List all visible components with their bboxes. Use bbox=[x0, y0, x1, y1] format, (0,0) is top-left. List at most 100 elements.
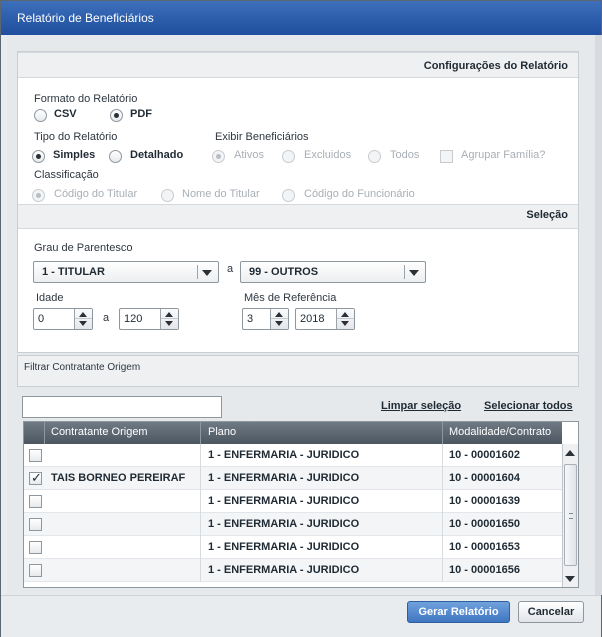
arrow-up-icon bbox=[341, 312, 349, 317]
row-contrato: 10 - 00001653 bbox=[449, 541, 520, 553]
scroll-up-icon[interactable] bbox=[565, 450, 575, 456]
formato-label: Formato do Relatório bbox=[34, 93, 138, 105]
class-codigo-titular-label: Código do Titular bbox=[54, 188, 138, 200]
tipo-simples-radio[interactable] bbox=[32, 150, 45, 163]
row-contrato: 10 - 00001656 bbox=[449, 564, 520, 576]
row-checkbox[interactable] bbox=[29, 541, 42, 554]
class-codigo-funcionario-label: Código do Funcionário bbox=[304, 188, 415, 200]
row-plano: 1 - ENFERMARIA - JURIDICO bbox=[208, 564, 360, 576]
contratante-grid: Contratante Origem Plano Modalidade/Cont… bbox=[23, 421, 579, 588]
exibir-todos-label: Todos bbox=[390, 149, 420, 161]
dialog-body: Configurações do Relatório Formato do Re… bbox=[7, 35, 595, 595]
exibir-excluidos-radio[interactable] bbox=[282, 150, 295, 163]
report-dialog: Relatório de Beneficiários Configurações… bbox=[0, 0, 602, 637]
contratante-search-input[interactable] bbox=[22, 396, 222, 418]
chevron-down-icon bbox=[409, 270, 419, 276]
grau-from-select[interactable]: 1 - TITULAR bbox=[33, 261, 219, 283]
selecionar-todos-link[interactable]: Selecionar todos bbox=[484, 400, 573, 412]
idade-range-sep: a bbox=[103, 312, 110, 324]
mes-stepper[interactable]: 3 bbox=[242, 308, 289, 330]
cancelar-button[interactable]: Cancelar bbox=[518, 601, 584, 623]
column-header-contratante[interactable]: Contratante Origem bbox=[51, 426, 148, 438]
classificacao-label: Classificação bbox=[34, 169, 99, 181]
idade-from-value: 0 bbox=[38, 313, 45, 325]
config-section-title: Configurações do Relatório bbox=[423, 60, 568, 72]
class-nome-titular-label: Nome do Titular bbox=[182, 188, 260, 200]
idade-label: Idade bbox=[36, 292, 64, 304]
ano-stepper-buttons[interactable] bbox=[336, 309, 354, 329]
row-checkbox[interactable]: ✓ bbox=[29, 470, 42, 485]
class-codigo-titular-radio[interactable] bbox=[32, 189, 45, 202]
title-bar[interactable]: Relatório de Beneficiários bbox=[1, 1, 601, 35]
chevron-down-icon bbox=[202, 270, 212, 276]
exibir-excluidos-label: Excluidos bbox=[304, 149, 352, 161]
tipo-detalhado-label: Detalhado bbox=[130, 149, 184, 161]
exibir-todos-radio[interactable] bbox=[368, 150, 381, 163]
row-plano: 1 - ENFERMARIA - JURIDICO bbox=[208, 449, 360, 461]
row-contrato: 10 - 00001602 bbox=[449, 449, 520, 461]
config-panel: Configurações do Relatório Formato do Re… bbox=[17, 51, 579, 229]
table-row[interactable]: 1 - ENFERMARIA - JURIDICO 10 - 00001656 bbox=[24, 559, 562, 582]
agrupar-familia-label: Agrupar Família? bbox=[461, 149, 546, 161]
table-row[interactable]: 1 - ENFERMARIA - JURIDICO 10 - 00001650 bbox=[24, 513, 562, 536]
arrow-up-icon bbox=[79, 312, 87, 317]
selecao-section-title: Seleção bbox=[526, 209, 568, 221]
row-checkbox[interactable] bbox=[29, 518, 42, 531]
arrow-down-icon bbox=[275, 321, 283, 326]
checkmark-icon: ✓ bbox=[31, 470, 42, 485]
tipo-detalhado-radio[interactable] bbox=[109, 150, 122, 163]
table-row[interactable]: 1 - ENFERMARIA - JURIDICO 10 - 00001653 bbox=[24, 536, 562, 559]
idade-from-stepper-buttons[interactable] bbox=[74, 309, 92, 329]
idade-to-stepper-buttons[interactable] bbox=[160, 309, 178, 329]
scrollbar-thumb[interactable] bbox=[564, 464, 577, 566]
ano-stepper[interactable]: 2018 bbox=[295, 308, 355, 330]
class-codigo-funcionario-radio[interactable] bbox=[282, 189, 295, 202]
idade-to-value: 120 bbox=[124, 313, 143, 325]
grid-vertical-scrollbar[interactable] bbox=[562, 444, 578, 587]
limpar-selecao-link[interactable]: Limpar seleção bbox=[381, 400, 461, 412]
row-checkbox[interactable] bbox=[29, 564, 42, 577]
grau-to-select[interactable]: 99 - OUTROS bbox=[240, 261, 426, 283]
row-contratante: TAIS BORNEO PEREIRAF bbox=[51, 472, 186, 484]
row-contrato: 10 - 00001639 bbox=[449, 495, 520, 507]
idade-from-stepper[interactable]: 0 bbox=[33, 308, 93, 330]
formato-csv-label: CSV bbox=[54, 108, 77, 120]
formato-pdf-radio[interactable] bbox=[110, 109, 123, 122]
mes-label: Mês de Referência bbox=[244, 292, 337, 304]
arrow-up-icon bbox=[165, 312, 173, 317]
row-checkbox[interactable] bbox=[29, 495, 42, 508]
table-row[interactable]: 1 - ENFERMARIA - JURIDICO 10 - 00001639 bbox=[24, 490, 562, 513]
exibir-label: Exibir Beneficiários bbox=[215, 131, 309, 143]
formato-csv-radio[interactable] bbox=[34, 109, 47, 122]
grau-range-sep: a bbox=[227, 263, 234, 275]
row-plano: 1 - ENFERMARIA - JURIDICO bbox=[208, 472, 360, 484]
row-contrato: 10 - 00001604 bbox=[449, 472, 520, 484]
selecao-panel: Grau de Parentesco 1 - TITULAR a 99 - OU… bbox=[17, 229, 579, 353]
column-header-modalidade[interactable]: Modalidade/Contrato bbox=[449, 426, 551, 438]
mes-value: 3 bbox=[247, 313, 254, 325]
exibir-ativos-radio[interactable] bbox=[212, 150, 225, 163]
selecao-header-band bbox=[18, 204, 578, 229]
tipo-label: Tipo do Relatório bbox=[34, 131, 118, 143]
agrupar-familia-checkbox[interactable] bbox=[440, 150, 453, 163]
exibir-ativos-label: Ativos bbox=[234, 149, 264, 161]
grau-to-value: 99 - OUTROS bbox=[249, 266, 319, 278]
filtro-header-panel: Filtrar Contratante Origem bbox=[17, 355, 579, 387]
arrow-up-icon bbox=[275, 312, 283, 317]
row-plano: 1 - ENFERMARIA - JURIDICO bbox=[208, 495, 360, 507]
arrow-down-icon bbox=[79, 321, 87, 326]
row-checkbox[interactable] bbox=[29, 449, 42, 462]
scroll-down-icon[interactable] bbox=[565, 576, 575, 582]
arrow-down-icon bbox=[341, 321, 349, 326]
mes-stepper-buttons[interactable] bbox=[270, 309, 288, 329]
idade-to-stepper[interactable]: 120 bbox=[119, 308, 179, 330]
column-header-plano[interactable]: Plano bbox=[208, 426, 236, 438]
grau-label: Grau de Parentesco bbox=[34, 242, 133, 254]
table-row[interactable]: ✓ TAIS BORNEO PEREIRAF 1 - ENFERMARIA - … bbox=[24, 467, 562, 490]
row-contrato: 10 - 00001650 bbox=[449, 518, 520, 530]
gerar-relatorio-button[interactable]: Gerar Relatório bbox=[407, 601, 510, 623]
class-nome-titular-radio[interactable] bbox=[161, 189, 174, 202]
filtro-section-title: Filtrar Contratante Origem bbox=[24, 362, 141, 373]
row-plano: 1 - ENFERMARIA - JURIDICO bbox=[208, 518, 360, 530]
table-row[interactable]: 1 - ENFERMARIA - JURIDICO 10 - 00001602 bbox=[24, 444, 562, 467]
